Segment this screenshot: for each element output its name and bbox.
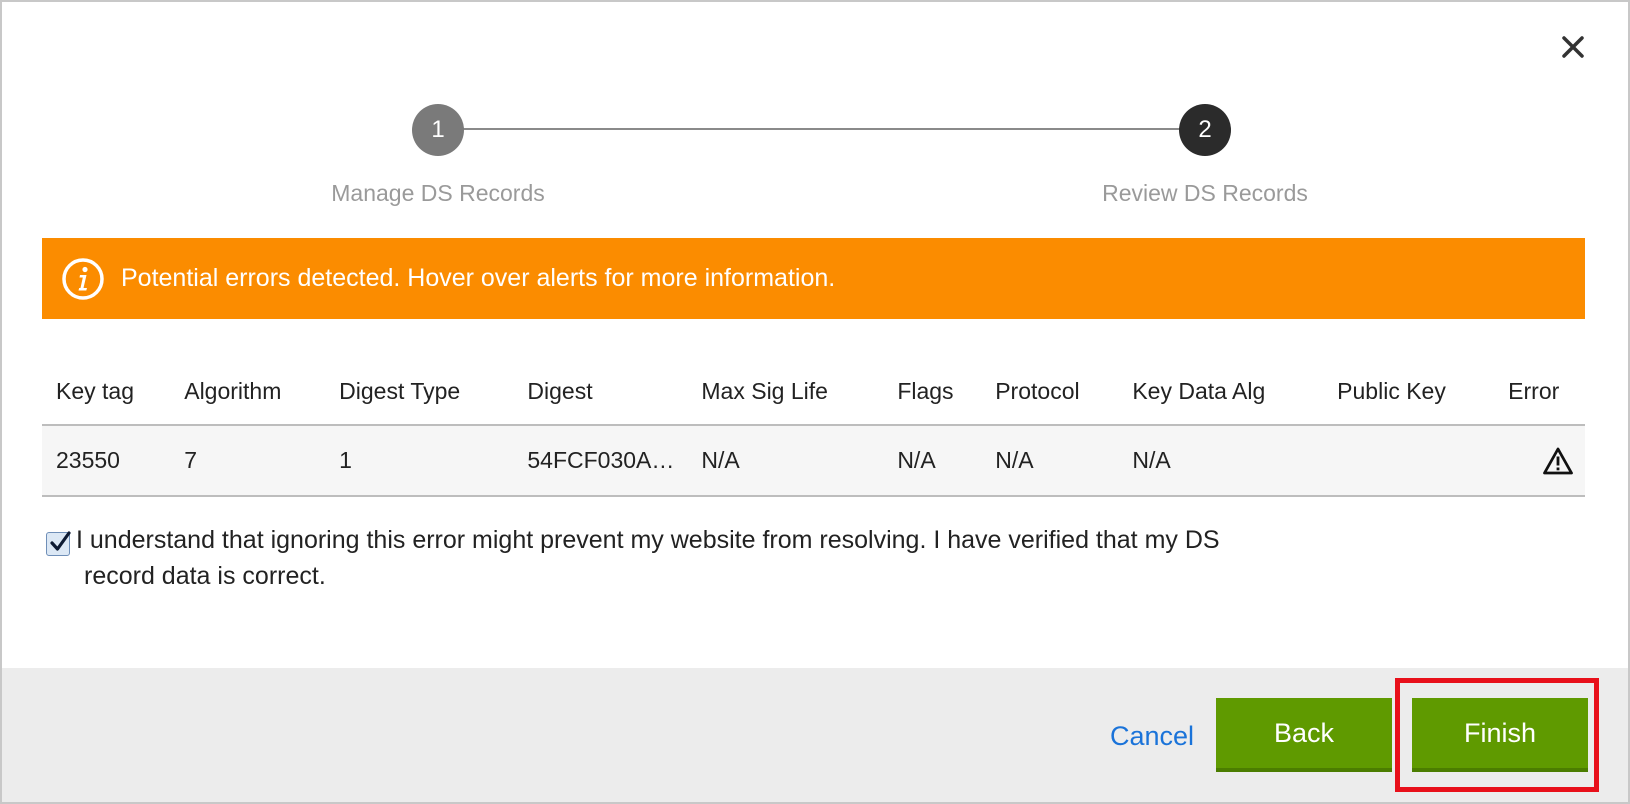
- acknowledgement-line-2: record data is correct.: [84, 562, 326, 590]
- ds-records-table: Key tag Algorithm Digest Type Digest Max…: [42, 358, 1585, 497]
- acknowledgement-checkbox-row: I understand that ignoring this error mi…: [46, 522, 1376, 594]
- close-button[interactable]: [1558, 32, 1588, 62]
- cancel-link[interactable]: Cancel: [1110, 721, 1194, 752]
- finish-button[interactable]: Finish: [1412, 698, 1588, 772]
- header-key-data-alg: Key Data Alg: [1118, 358, 1324, 426]
- header-digest: Digest: [513, 358, 688, 426]
- cell-flags: N/A: [883, 425, 982, 497]
- header-digest-type: Digest Type: [325, 358, 514, 426]
- table-header-row: Key tag Algorithm Digest Type Digest Max…: [42, 358, 1585, 426]
- header-max-sig-life: Max Sig Life: [687, 358, 884, 426]
- ds-records-dialog: 1 2 Manage DS Records Review DS Records …: [0, 0, 1630, 804]
- stepper-connector: [434, 128, 1204, 130]
- warning-icon[interactable]: [1543, 446, 1573, 475]
- info-icon: [61, 257, 105, 301]
- cell-digest: 54FCF030A…: [513, 425, 688, 497]
- header-public-key: Public Key: [1323, 358, 1495, 426]
- step-2-label: Review DS Records: [1102, 180, 1308, 206]
- header-algorithm: Algorithm: [170, 358, 326, 426]
- dialog-footer: Cancel Back Finish: [2, 668, 1628, 802]
- cell-key-data-alg: N/A: [1118, 425, 1324, 497]
- cell-public-key: [1323, 425, 1495, 497]
- cell-digest-type: 1: [325, 425, 514, 497]
- alert-message: Potential errors detected. Hover over al…: [121, 264, 836, 292]
- back-button[interactable]: Back: [1216, 698, 1392, 772]
- step-1-indicator: 1: [412, 104, 464, 156]
- header-flags: Flags: [883, 358, 982, 426]
- error-alert-banner: Potential errors detected. Hover over al…: [42, 238, 1585, 319]
- cell-error: [1494, 425, 1585, 497]
- acknowledgement-line-1: I understand that ignoring this error mi…: [76, 526, 1220, 554]
- header-protocol: Protocol: [981, 358, 1119, 426]
- header-error: Error: [1494, 358, 1585, 426]
- acknowledgement-checkbox[interactable]: [46, 531, 71, 556]
- header-key-tag: Key tag: [42, 358, 171, 426]
- step-1-label: Manage DS Records: [331, 180, 545, 206]
- close-icon: [1562, 36, 1584, 58]
- acknowledgement-label[interactable]: I understand that ignoring this error mi…: [76, 522, 1220, 594]
- checkmark-icon: [50, 531, 71, 551]
- cell-protocol: N/A: [981, 425, 1119, 497]
- table-row: 23550 7 1 54FCF030A… N/A N/A N/A N/A: [42, 425, 1585, 497]
- step-2-indicator: 2: [1179, 104, 1231, 156]
- cell-key-tag: 23550: [42, 425, 171, 497]
- cell-max-sig-life: N/A: [687, 425, 884, 497]
- cell-algorithm: 7: [170, 425, 326, 497]
